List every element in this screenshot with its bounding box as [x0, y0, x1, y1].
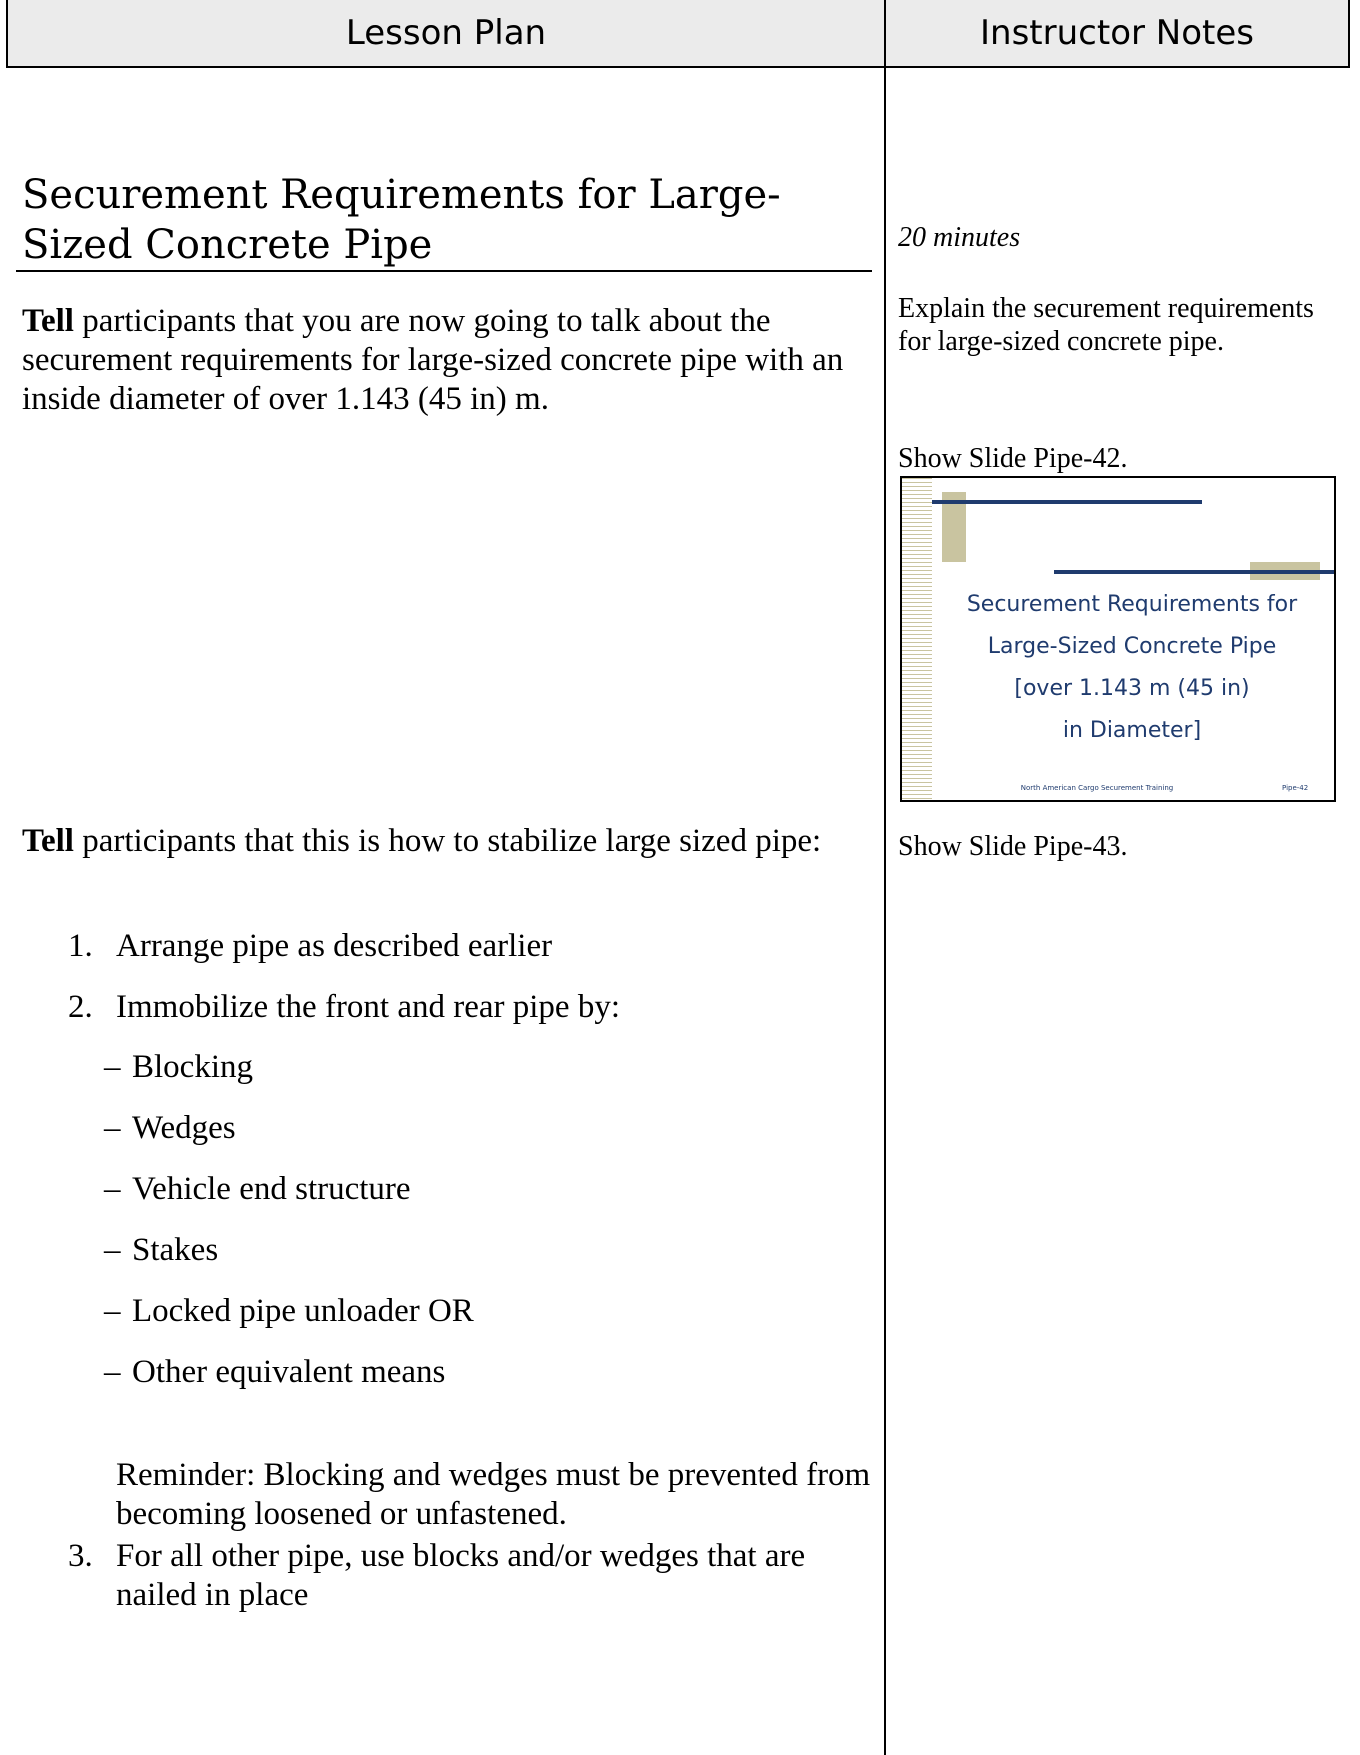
step-number: 2. [68, 989, 93, 1025]
paragraph-intro-text: participants that you are now going to t… [22, 303, 844, 417]
note-show-slide-43: Show Slide Pipe-43. [898, 831, 1128, 862]
section-title: Securement Requirements for Large- Sized… [22, 170, 872, 270]
section-title-line1: Securement Requirements for Large- [22, 172, 781, 218]
slide-footer: North American Cargo Securement Training [1020, 784, 1174, 792]
list-item: 3. For all other pipe, use blocks and/or… [68, 1537, 876, 1615]
slide-title-line: Securement Requirements for [966, 592, 1298, 617]
dash-bullet: – [104, 1171, 121, 1207]
section-title-line2: Sized Concrete Pipe [22, 222, 433, 268]
slide-thumbnail: Securement Requirements for Large-Sized … [900, 476, 1336, 802]
sub-list-item: – Stakes [104, 1231, 219, 1270]
step-text: Arrange pipe as described earlier [116, 928, 553, 964]
step-number: 1. [68, 928, 93, 964]
paragraph-stabilize-bold: Tell [22, 823, 74, 859]
sub-list-item: – Other equivalent means [104, 1353, 446, 1392]
step-text: For all other pipe, use blocks and/or we… [116, 1538, 806, 1613]
paragraph-intro-bold: Tell [22, 303, 74, 339]
sub-item-text: Other equivalent means [132, 1354, 446, 1390]
slide-title: Securement Requirements for Large-Sized … [932, 584, 1332, 752]
step-number: 3. [68, 1538, 93, 1574]
slide-number: Pipe-42 [1282, 784, 1309, 792]
sub-item-text: Vehicle end structure [132, 1171, 411, 1207]
slide-stripe-decoration [902, 478, 932, 800]
dash-bullet: – [104, 1354, 121, 1390]
note-explain: Explain the securement requirements for … [898, 293, 1314, 357]
note-show-slide-42: Show Slide Pipe-42. [898, 443, 1128, 474]
sub-list-item: – Vehicle end structure [104, 1170, 411, 1209]
title-underline [16, 270, 872, 272]
slide-accent-line [1054, 570, 1334, 574]
slide-title-line: Large-Sized Concrete Pipe [987, 634, 1277, 659]
step-text: Immobilize the front and rear pipe by: [116, 989, 620, 1025]
reminder-text: Reminder: Blocking and wedges must be pr… [116, 1457, 871, 1532]
slide-title-line: in Diameter] [1062, 718, 1202, 743]
paragraph-stabilize: Tell participants that this is how to st… [22, 822, 872, 861]
dash-bullet: – [104, 1049, 121, 1085]
header-lesson-plan: Lesson Plan [345, 13, 547, 53]
paragraph-stabilize-text: participants that this is how to stabili… [73, 823, 822, 859]
dash-bullet: – [104, 1293, 121, 1329]
list-item: 2. Immobilize the front and rear pipe by… [68, 988, 876, 1027]
header-instructor-notes: Instructor Notes [980, 13, 1254, 53]
sub-item-text: Stakes [132, 1232, 219, 1268]
sub-list-item: – Wedges [104, 1109, 236, 1148]
sub-list-item: – Blocking [104, 1048, 253, 1087]
note-duration: 20 minutes [898, 222, 1021, 253]
sub-item-text: Wedges [132, 1110, 236, 1146]
sub-item-text: Locked pipe unloader OR [132, 1293, 474, 1329]
slide-accent-line [932, 500, 1202, 504]
dash-bullet: – [104, 1110, 121, 1146]
dash-bullet: – [104, 1232, 121, 1268]
paragraph-intro: Tell participants that you are now going… [22, 302, 872, 419]
sub-item-text: Blocking [132, 1049, 253, 1085]
sub-list-item: – Locked pipe unloader OR [104, 1292, 474, 1331]
list-item: 1. Arrange pipe as described earlier [68, 927, 876, 966]
slide-title-line: [over 1.143 m (45 in) [1014, 676, 1250, 701]
